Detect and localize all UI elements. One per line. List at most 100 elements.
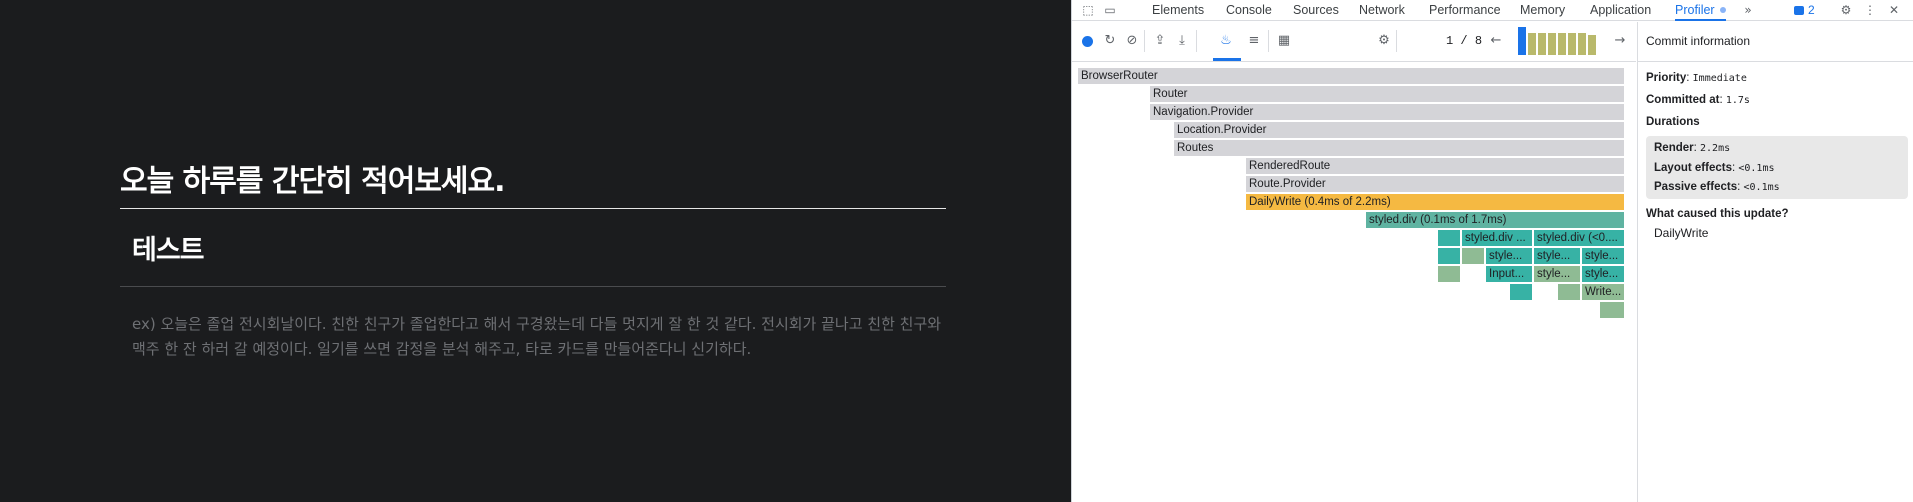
next-commit-icon[interactable]: → — [1612, 33, 1628, 49]
flame-node-leaf[interactable] — [1438, 248, 1460, 264]
committed-at-label: Committed at — [1646, 94, 1720, 106]
previous-commit-icon[interactable]: ← — [1488, 33, 1504, 49]
title-divider — [120, 208, 946, 209]
save-profile-icon[interactable]: ⤓ — [1174, 33, 1190, 49]
commit-bar[interactable] — [1548, 33, 1556, 55]
close-devtools-icon[interactable]: ✕ — [1886, 2, 1902, 18]
flame-node-leaf[interactable] — [1600, 302, 1624, 318]
flame-node-routes[interactable]: Routes — [1174, 140, 1624, 156]
diary-app: 오늘 하루를 간단히 적어보세요. 테스트 ex) 오늘은 졸업 전시회날이다.… — [0, 0, 1071, 502]
committed-at-value: 1.7s — [1725, 95, 1750, 106]
flame-node-leaf[interactable] — [1462, 248, 1484, 264]
more-tabs-icon[interactable]: » — [1740, 2, 1756, 18]
ranked-chart-icon[interactable]: ≡ — [1246, 33, 1262, 49]
flame-node-styled[interactable]: style... — [1582, 266, 1624, 282]
tab-sources[interactable]: Sources — [1293, 0, 1339, 21]
update-cause-label: What caused this update? — [1646, 208, 1789, 220]
commit-bar[interactable] — [1538, 33, 1546, 55]
timeline-icon[interactable]: ▦ — [1276, 33, 1292, 49]
issues-badge[interactable]: 2 — [1794, 2, 1815, 18]
tab-profiler[interactable]: Profiler — [1675, 0, 1726, 21]
tab-elements[interactable]: Elements — [1152, 0, 1204, 21]
issues-count: 2 — [1808, 3, 1815, 17]
more-options-icon[interactable]: ⋮ — [1862, 2, 1878, 18]
durations-label: Durations — [1646, 116, 1700, 128]
tab-network[interactable]: Network — [1359, 0, 1405, 21]
tab-memory[interactable]: Memory — [1520, 0, 1565, 21]
passive-effects-row: Passive effects: <0.1ms — [1654, 181, 1780, 193]
priority-value: Immediate — [1692, 73, 1747, 84]
flame-node-navigation-provider[interactable]: Navigation.Provider — [1150, 104, 1624, 120]
profiler-settings-icon[interactable]: ⚙ — [1376, 33, 1392, 49]
inspect-element-icon[interactable]: ⬚ — [1080, 2, 1096, 18]
commit-information-panel: Commit information Priority: Immediate C… — [1637, 22, 1913, 502]
flame-node-styled[interactable]: style... — [1534, 248, 1580, 264]
flame-node-styled[interactable]: style... — [1486, 248, 1532, 264]
profiler-toolbar: ↻ ⊘ ⇪ ⤓ ♨ ≡ ▦ ⚙ 1 / 8 ← → — [1072, 22, 1636, 62]
commit-information-heading: Commit information — [1638, 22, 1913, 62]
priority-row: Priority: Immediate — [1646, 72, 1747, 84]
flame-node-styled-div[interactable]: styled.div (0.1ms of 1.7ms) — [1366, 212, 1624, 228]
devtools-tabbar: ⬚ ▭ Elements Console Sources Network Per… — [1072, 0, 1913, 21]
entry-title-input[interactable]: 테스트 — [132, 228, 205, 267]
flame-node-browserrouter[interactable]: BrowserRouter — [1078, 68, 1624, 84]
flamegraph-chart: BrowserRouter Router Navigation.Provider… — [1078, 66, 1630, 326]
flame-node-leaf[interactable] — [1510, 284, 1532, 300]
flame-node-leaf[interactable] — [1438, 230, 1460, 246]
layout-effects-value: <0.1ms — [1738, 163, 1775, 174]
commit-index: 1 — [1446, 34, 1454, 48]
flame-node-route-provider[interactable]: Route.Provider — [1246, 176, 1624, 192]
record-button-icon[interactable] — [1082, 36, 1093, 47]
diary-content-textarea[interactable]: ex) 오늘은 졸업 전시회날이다. 친한 친구가 졸업한다고 해서 구경왔는데… — [132, 312, 942, 362]
flame-node-write[interactable]: Write... — [1582, 284, 1624, 300]
priority-label: Priority — [1646, 72, 1687, 84]
durations-box: Render: 2.2ms Layout effects: <0.1ms Pas… — [1646, 136, 1908, 199]
commit-bar[interactable] — [1558, 33, 1566, 55]
commit-navigator: 1 / 8 — [1446, 32, 1482, 50]
flame-node-input[interactable]: Input... — [1486, 266, 1532, 282]
toolbar-divider — [1268, 30, 1269, 52]
toolbar-divider — [1396, 30, 1397, 52]
flame-node-styled[interactable]: style... — [1582, 248, 1624, 264]
device-toolbar-icon[interactable]: ▭ — [1102, 2, 1118, 18]
flame-node-leaf[interactable] — [1438, 266, 1460, 282]
devtools-panel: ⬚ ▭ Elements Console Sources Network Per… — [1071, 0, 1913, 502]
tab-console[interactable]: Console — [1226, 0, 1272, 21]
profiler-recording-dot — [1719, 7, 1726, 13]
flame-node-dailywrite[interactable]: DailyWrite (0.4ms of 2.2ms) — [1246, 194, 1624, 210]
committed-at-row: Committed at: 1.7s — [1646, 94, 1750, 106]
flamegraph-icon[interactable]: ♨ — [1218, 33, 1234, 49]
commit-total: 8 — [1474, 34, 1483, 48]
tab-profiler-label: Profiler — [1675, 3, 1715, 17]
commit-bar[interactable] — [1588, 35, 1596, 55]
render-value: 2.2ms — [1700, 143, 1731, 154]
flame-node-location-provider[interactable]: Location.Provider — [1174, 122, 1624, 138]
commit-bar[interactable] — [1528, 33, 1536, 55]
issues-icon — [1794, 6, 1804, 15]
settings-gear-icon[interactable]: ⚙ — [1838, 2, 1854, 18]
commit-bar-selected[interactable] — [1518, 27, 1526, 55]
tab-performance[interactable]: Performance — [1429, 0, 1501, 21]
flame-node-styled-div[interactable]: styled.div ... — [1462, 230, 1532, 246]
page-title: 오늘 하루를 간단히 적어보세요. — [120, 164, 506, 199]
passive-effects-value: <0.1ms — [1743, 182, 1780, 193]
flame-node-styled-div[interactable]: styled.div (<0.... — [1534, 230, 1624, 246]
clear-profile-icon[interactable]: ⊘ — [1124, 33, 1140, 49]
commit-bar[interactable] — [1568, 33, 1576, 55]
flamegraph-active-indicator — [1213, 58, 1241, 61]
commit-bar[interactable] — [1578, 33, 1586, 55]
update-cause-component[interactable]: DailyWrite — [1654, 226, 1708, 240]
flame-node-router[interactable]: Router — [1150, 86, 1624, 102]
commit-separator: / — [1460, 34, 1468, 48]
tab-application[interactable]: Application — [1590, 0, 1651, 21]
layout-effects-row: Layout effects: <0.1ms — [1654, 162, 1775, 174]
durations-heading: Durations — [1646, 116, 1700, 128]
render-duration-row: Render: 2.2ms — [1654, 142, 1731, 154]
flame-node-leaf[interactable] — [1558, 284, 1580, 300]
entry-divider — [120, 286, 946, 287]
load-profile-icon[interactable]: ⇪ — [1152, 33, 1168, 49]
render-label: Render — [1654, 142, 1694, 154]
reload-and-profile-icon[interactable]: ↻ — [1102, 33, 1118, 49]
flame-node-renderedroute[interactable]: RenderedRoute — [1246, 158, 1624, 174]
flame-node-styled[interactable]: style... — [1534, 266, 1580, 282]
